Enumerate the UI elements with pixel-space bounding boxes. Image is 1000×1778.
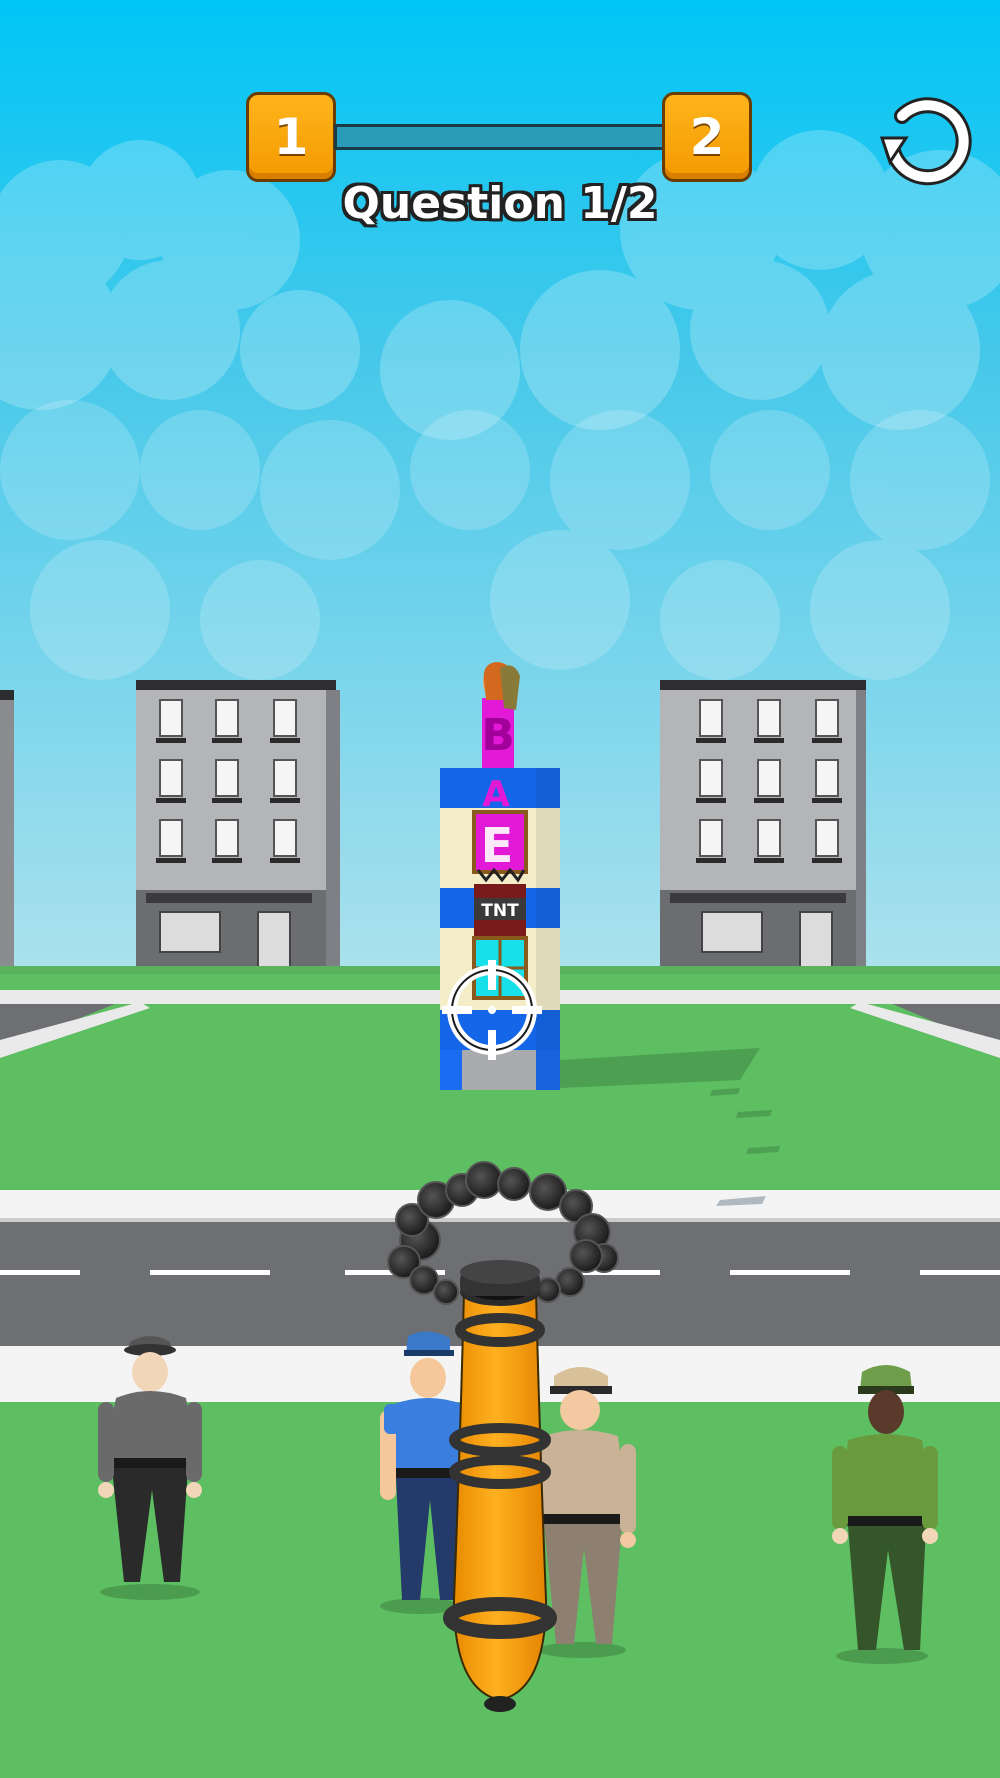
restart-icon[interactable] — [876, 88, 976, 188]
letter-top: B — [481, 710, 515, 761]
current-level-badge: 1 — [246, 92, 336, 182]
question-counter: Question 1/2 — [342, 178, 658, 229]
hud: 1 2 Question 1/2 — [0, 0, 1000, 260]
letter-crate: E — [472, 810, 528, 883]
cannon[interactable] — [443, 1260, 557, 1712]
building-left — [136, 680, 340, 976]
level-progress-bar — [334, 124, 666, 150]
building-far-left — [0, 690, 14, 970]
near-sidewalk-top — [0, 1190, 1000, 1220]
tnt-label: TNT — [481, 901, 519, 921]
letter-middle: A — [482, 774, 510, 815]
next-level-badge: 2 — [662, 92, 752, 182]
road-edge — [0, 1218, 1000, 1222]
letter-bottom: E — [481, 818, 514, 874]
tnt-block: TNT — [474, 884, 526, 938]
game-scene[interactable]: B A E TNT — [0, 0, 1000, 1778]
building-right — [660, 680, 866, 976]
